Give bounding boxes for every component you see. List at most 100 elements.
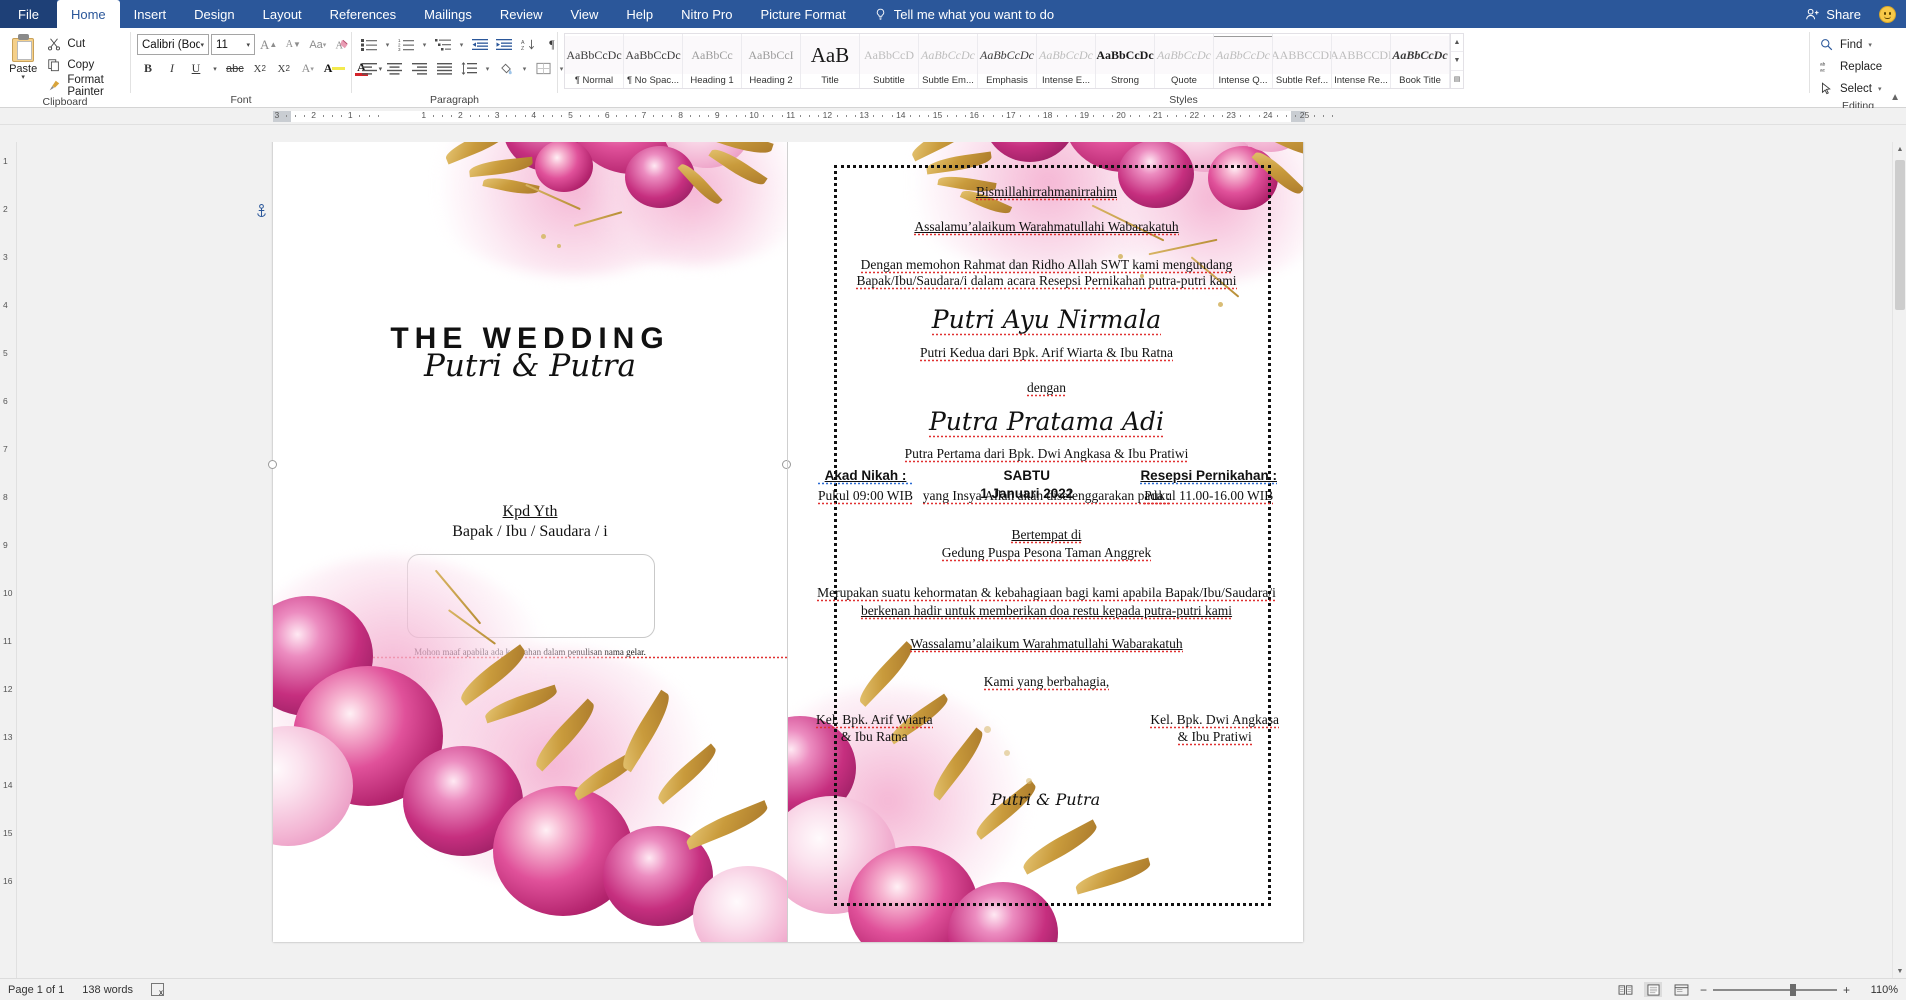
proofing-status-icon[interactable] [151, 983, 165, 997]
styles-scroll-up-icon[interactable]: ▲ [1451, 34, 1463, 53]
sort-button[interactable]: AZ [517, 34, 539, 55]
document-page[interactable]: THE WEDDING Putri & Putra Kpd Yth Bapak … [257, 142, 1303, 942]
ribbon-tab-layout[interactable]: Layout [249, 0, 316, 28]
share-button[interactable]: Share [1797, 7, 1869, 22]
ribbon-tab-mailings[interactable]: Mailings [410, 0, 486, 28]
paste-dropdown-caret-icon[interactable]: ▾ [21, 74, 25, 81]
bullet-list-caret-icon[interactable]: ▾ [382, 34, 393, 55]
ribbon-tab-view[interactable]: View [556, 0, 612, 28]
align-center-button[interactable] [383, 58, 406, 79]
bullet-list-button[interactable] [358, 34, 380, 55]
style-item-book-title[interactable]: AaBbCcDc Book Title [1391, 34, 1450, 88]
chevron-down-icon[interactable]: ▾ [246, 41, 250, 49]
ribbon-tab-insert[interactable]: Insert [120, 0, 181, 28]
multilevel-list-caret-icon[interactable]: ▾ [456, 34, 467, 55]
style-item-subtle-em[interactable]: AaBbCcDc Subtle Em... [919, 34, 978, 88]
zoom-slider[interactable]: − + [1700, 983, 1850, 997]
style-item-intense-q[interactable]: AaBbCcDc Intense Q... [1214, 34, 1273, 88]
vertical-scroll-thumb[interactable] [1895, 160, 1905, 310]
paste-button[interactable]: Paste ▾ [6, 30, 40, 81]
underline-dropdown-caret-icon[interactable]: ▾ [209, 58, 221, 79]
underline-button[interactable]: U [185, 58, 207, 79]
style-item-normal[interactable]: AaBbCcDc ¶ Normal [565, 34, 624, 88]
zoom-percent[interactable]: 110% [1860, 984, 1898, 996]
borders-button[interactable] [532, 58, 554, 79]
shrink-font-button[interactable]: A ▼ [282, 34, 304, 55]
superscript-button[interactable]: X2 [273, 58, 295, 79]
find-button[interactable]: Find ▾ [1816, 35, 1886, 55]
font-name-combo[interactable]: Calibri (Body) ▾ [137, 34, 209, 55]
increase-indent-button[interactable] [493, 34, 515, 55]
style-item-subtitle[interactable]: AaBbCcD Subtitle [860, 34, 919, 88]
web-layout-button[interactable] [1672, 982, 1690, 997]
bold-button[interactable]: B [137, 58, 159, 79]
numbered-list-button[interactable]: 123 [395, 34, 417, 55]
feedback-smiley-icon[interactable] [1879, 5, 1896, 23]
style-item-subtle-ref[interactable]: AABBCCDI Subtle Ref... [1273, 34, 1332, 88]
zoom-track[interactable] [1713, 983, 1837, 996]
collapse-ribbon-button[interactable]: ▲ [1890, 92, 1900, 103]
shading-button[interactable] [495, 58, 517, 79]
style-item-intense-re[interactable]: AABBCCDI Intense Re... [1332, 34, 1391, 88]
line-spacing-button[interactable] [458, 58, 480, 79]
align-left-button[interactable] [358, 58, 381, 79]
ribbon-tab-references[interactable]: References [316, 0, 410, 28]
styles-scroll-down-icon[interactable]: ▼ [1451, 52, 1463, 71]
format-painter-button[interactable]: Format Painter [44, 74, 124, 98]
select-button[interactable]: Select ▾ [1816, 79, 1886, 99]
ribbon-tab-review[interactable]: Review [486, 0, 557, 28]
strikethrough-button[interactable]: abc [223, 58, 247, 79]
cut-button[interactable]: Cut [44, 34, 124, 53]
styles-scroll[interactable]: ▲ ▼ ▤ [1451, 33, 1464, 89]
read-mode-button[interactable] [1616, 982, 1634, 997]
scroll-down-icon[interactable]: ▼ [1893, 964, 1906, 978]
styles-more-icon[interactable]: ▤ [1451, 71, 1463, 88]
shading-caret-icon[interactable]: ▾ [519, 58, 530, 79]
scroll-up-icon[interactable]: ▲ [1893, 142, 1906, 156]
replace-button[interactable]: ab ac Replace [1816, 57, 1886, 77]
style-item-title[interactable]: AaB Title [801, 34, 860, 88]
chevron-down-icon[interactable]: ▾ [200, 41, 204, 49]
vertical-scrollbar[interactable]: ▲ ▼ [1892, 142, 1906, 978]
italic-button[interactable]: I [161, 58, 183, 79]
print-layout-button[interactable] [1644, 982, 1662, 997]
grow-font-button[interactable]: A ▲ [257, 34, 280, 55]
subscript-button[interactable]: X2 [249, 58, 271, 79]
text-effects-button[interactable]: A ▾ [297, 58, 319, 79]
ribbon-tab-file[interactable]: File [0, 0, 57, 28]
zoom-out-button[interactable]: − [1700, 983, 1707, 997]
document-canvas[interactable]: THE WEDDING Putri & Putra Kpd Yth Bapak … [17, 142, 1892, 978]
decrease-indent-button[interactable] [469, 34, 491, 55]
ribbon-tab-picture-format[interactable]: Picture Format [746, 0, 859, 28]
style-item-emphasis[interactable]: AaBbCcDc Emphasis [978, 34, 1037, 88]
word-count[interactable]: 138 words [82, 984, 133, 996]
justify-button[interactable] [433, 58, 456, 79]
style-item-heading-1[interactable]: AaBbCc Heading 1 [683, 34, 742, 88]
style-item-heading-2[interactable]: AaBbCcI Heading 2 [742, 34, 801, 88]
find-caret-icon[interactable]: ▾ [1868, 41, 1872, 49]
style-item-quote[interactable]: AaBbCcDc Quote [1155, 34, 1214, 88]
font-size-combo[interactable]: 11 ▾ [211, 34, 255, 55]
style-item-no-spac[interactable]: AaBbCcDc ¶ No Spac... [624, 34, 683, 88]
change-case-button[interactable]: Aa ▾ [306, 34, 329, 55]
ribbon-tab-nitro-pro[interactable]: Nitro Pro [667, 0, 746, 28]
multilevel-list-button[interactable] [432, 34, 454, 55]
ribbon-tab-help[interactable]: Help [612, 0, 667, 28]
line-spacing-caret-icon[interactable]: ▾ [482, 58, 493, 79]
style-item-intense-e[interactable]: AaBbCcDc Intense E... [1037, 34, 1096, 88]
text-highlight-button[interactable]: A [321, 58, 349, 79]
page-indicator[interactable]: Page 1 of 1 [8, 984, 64, 996]
tell-me-box[interactable]: Tell me what you want to do [860, 0, 1068, 28]
clear-formatting-button[interactable]: A [331, 34, 353, 55]
zoom-in-button[interactable]: + [1843, 983, 1850, 997]
vertical-ruler[interactable]: 1 2 3 4 5 6 7 8 9 10 11 12 13 14 15 16 [0, 142, 17, 978]
ribbon-tab-home[interactable]: Home [56, 0, 120, 28]
align-right-button[interactable] [408, 58, 431, 79]
copy-button[interactable]: Copy [44, 55, 124, 74]
style-item-strong[interactable]: AaBbCcDc Strong [1096, 34, 1155, 88]
numbered-list-caret-icon[interactable]: ▾ [419, 34, 430, 55]
ribbon-tab-design[interactable]: Design [180, 0, 248, 28]
zoom-thumb[interactable] [1789, 983, 1796, 996]
horizontal-ruler[interactable]: 3 2 1 1 2 3 4 5 6 7 8 9 10 11 12 13 14 15 16 17 18 19 20 21 22 23… [0, 108, 1906, 125]
select-caret-icon[interactable]: ▾ [1878, 85, 1882, 93]
